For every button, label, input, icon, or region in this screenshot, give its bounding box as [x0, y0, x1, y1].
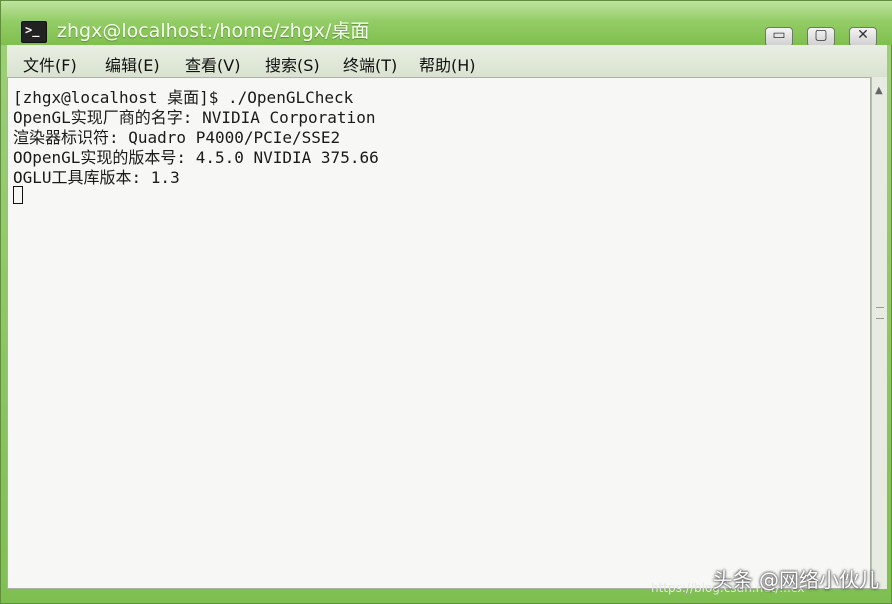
maximize-button[interactable]: ▢	[807, 27, 835, 47]
text-cursor	[13, 186, 23, 204]
maximize-icon: ▢	[814, 27, 828, 43]
menu-view[interactable]: 查看(V)	[185, 52, 240, 76]
minimize-button[interactable]: ▭	[765, 27, 793, 47]
title-bar[interactable]: >_ zhgx@localhost:/home/zhgx/桌面 ▭ ▢ ✕	[1, 1, 892, 47]
brand-watermark: 头条 @网络小伙儿	[712, 568, 879, 592]
terminal-window: >_ zhgx@localhost:/home/zhgx/桌面 ▭ ▢ ✕ 文件…	[0, 0, 892, 604]
terminal-line: OGLU工具库版本: 1.3	[13, 168, 180, 187]
scroll-up-icon[interactable]: ▲	[875, 85, 883, 96]
minimize-icon: ▭	[772, 27, 786, 43]
menu-search[interactable]: 搜索(S)	[265, 52, 320, 76]
menu-edit[interactable]: 编辑(E)	[105, 52, 160, 76]
vertical-scrollbar[interactable]: ▲	[871, 77, 887, 589]
close-icon: ✕	[857, 27, 869, 43]
terminal-output[interactable]: [zhgx@localhost 桌面]$ ./OpenGLCheck OpenG…	[7, 77, 871, 589]
menu-terminal[interactable]: 终端(T)	[343, 52, 397, 76]
scroll-grip-icon[interactable]	[876, 307, 884, 319]
menu-help[interactable]: 帮助(H)	[419, 52, 476, 76]
terminal-icon: >_	[21, 21, 47, 43]
close-button[interactable]: ✕	[849, 27, 877, 47]
window-title: zhgx@localhost:/home/zhgx/桌面	[57, 20, 370, 42]
menu-file[interactable]: 文件(F)	[23, 52, 77, 76]
menu-bar: 文件(F) 编辑(E) 查看(V) 搜索(S) 终端(T) 帮助(H)	[7, 45, 887, 77]
